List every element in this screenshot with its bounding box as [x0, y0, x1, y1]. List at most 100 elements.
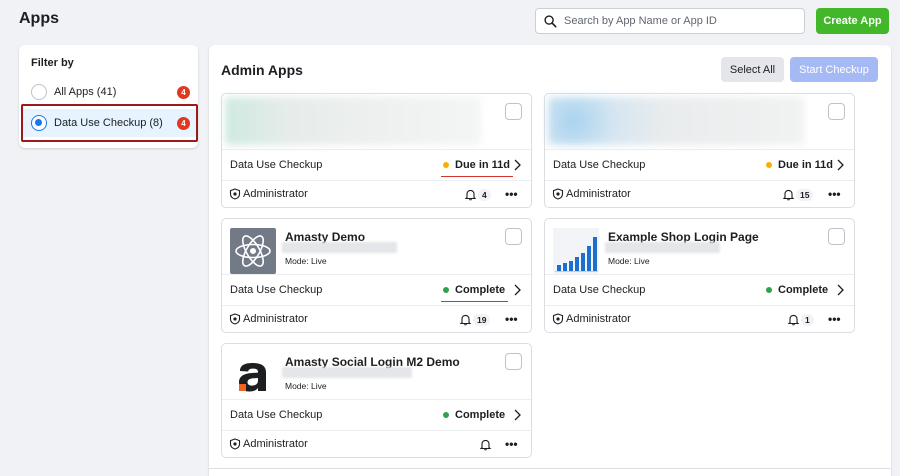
radio-all-apps[interactable] — [31, 84, 47, 100]
divider — [545, 149, 854, 150]
status-complete: Complete — [443, 409, 505, 421]
status-dot — [766, 162, 772, 168]
more-options-icon[interactable]: ••• — [505, 312, 518, 326]
status-complete: Complete — [440, 284, 509, 302]
search-input[interactable] — [564, 15, 794, 27]
more-options-icon[interactable]: ••• — [828, 312, 841, 326]
create-app-button[interactable]: Create App — [816, 8, 889, 34]
app-select-checkbox[interactable] — [828, 103, 845, 120]
role-text: Administrator — [566, 313, 631, 325]
role: Administrator — [229, 188, 308, 200]
status-dot — [443, 412, 449, 418]
atom-logo-icon — [230, 228, 276, 274]
select-all-button[interactable]: Select All — [721, 57, 784, 82]
app-id-blurred — [605, 242, 720, 253]
role-text: Administrator — [243, 188, 308, 200]
app-card[interactable]: Data Use Checkup Due in 11d Administrato… — [221, 93, 532, 208]
app-id-blurred — [282, 242, 397, 253]
status-text: Complete — [778, 284, 829, 296]
divider — [209, 468, 891, 469]
app-info-blurred — [548, 97, 804, 145]
divider — [222, 274, 531, 275]
role-text: Administrator — [243, 313, 308, 325]
chevron-right-icon[interactable] — [835, 158, 845, 172]
bell-icon — [479, 439, 492, 451]
divider — [545, 305, 854, 306]
app-select-checkbox[interactable] — [505, 228, 522, 245]
app-select-checkbox[interactable] — [505, 353, 522, 370]
more-options-icon[interactable]: ••• — [505, 437, 518, 451]
checkup-label: Data Use Checkup — [230, 284, 323, 296]
shield-icon — [229, 188, 241, 200]
role-text: Administrator — [566, 188, 631, 200]
divider — [222, 149, 531, 150]
bell-icon — [459, 314, 472, 326]
divider — [545, 274, 854, 275]
notifications[interactable] — [479, 438, 492, 451]
app-select-checkbox[interactable] — [828, 228, 845, 245]
start-checkup-button[interactable]: Start Checkup — [790, 57, 878, 82]
chevron-right-icon[interactable] — [512, 158, 522, 172]
status-text: Due in 11d — [778, 159, 834, 171]
letter-a-logo-icon — [230, 353, 276, 399]
filter-option-all-apps[interactable]: All Apps (41) 4 — [23, 78, 196, 106]
search-icon — [544, 14, 557, 27]
checkup-label: Data Use Checkup — [553, 159, 646, 171]
status-text: Due in 11d — [455, 159, 511, 171]
status-text: Complete — [455, 284, 506, 296]
notifications[interactable]: 15 — [782, 188, 814, 201]
page-title: Apps — [19, 10, 59, 27]
app-card[interactable]: Data Use Checkup Due in 11d Administrato… — [544, 93, 855, 208]
more-options-icon[interactable]: ••• — [505, 187, 518, 201]
filter-label: All Apps (41) — [54, 86, 117, 98]
admin-apps-title: Admin Apps — [221, 62, 303, 78]
app-mode: Mode: Live — [285, 256, 327, 266]
app-mode: Mode: Live — [285, 381, 327, 391]
status-due: Due in 11d — [440, 159, 514, 177]
status-dot — [443, 162, 449, 168]
divider — [222, 399, 531, 400]
chevron-right-icon[interactable] — [835, 283, 845, 297]
filter-title: Filter by — [31, 57, 74, 69]
app-card[interactable]: Example Shop Login Page Mode: Live Data … — [544, 218, 855, 333]
divider — [222, 180, 531, 181]
notifications[interactable]: 19 — [459, 313, 491, 326]
shield-icon — [552, 313, 564, 325]
role-text: Administrator — [243, 438, 308, 450]
filter-panel: Filter by All Apps (41) 4 Data Use Check… — [19, 45, 198, 148]
bar-chart-logo-icon — [553, 228, 599, 274]
highlight-box — [21, 104, 198, 142]
app-select-checkbox[interactable] — [505, 103, 522, 120]
checkup-label: Data Use Checkup — [230, 159, 323, 171]
role: Administrator — [229, 438, 308, 450]
admin-apps-panel: Admin Apps Select All Start Checkup Data… — [209, 45, 891, 476]
chevron-right-icon[interactable] — [512, 283, 522, 297]
app-id-blurred — [282, 367, 412, 378]
status-dot — [443, 287, 449, 293]
divider — [545, 180, 854, 181]
app-info-blurred — [225, 97, 481, 145]
role: Administrator — [552, 313, 631, 325]
more-options-icon[interactable]: ••• — [828, 187, 841, 201]
app-card[interactable]: Amasty Demo Mode: Live Data Use Checkup … — [221, 218, 532, 333]
bell-icon — [782, 189, 795, 201]
notifications[interactable]: 4 — [464, 188, 491, 201]
shield-icon — [229, 313, 241, 325]
status-text: Complete — [455, 409, 506, 421]
divider — [222, 305, 531, 306]
role: Administrator — [552, 188, 631, 200]
bell-icon — [464, 189, 477, 201]
status-complete: Complete — [766, 284, 828, 296]
notification-count: 1 — [801, 313, 814, 326]
notification-count: 15 — [796, 188, 814, 201]
count-badge: 4 — [177, 85, 190, 99]
status-due: Due in 11d — [766, 159, 833, 171]
notifications[interactable]: 1 — [787, 313, 814, 326]
app-card[interactable]: Amasty Social Login M2 Demo Mode: Live D… — [221, 343, 532, 458]
search-box[interactable] — [535, 8, 805, 34]
status-dot — [766, 287, 772, 293]
role: Administrator — [229, 313, 308, 325]
bell-icon — [787, 314, 800, 326]
chevron-right-icon[interactable] — [512, 408, 522, 422]
checkup-label: Data Use Checkup — [230, 409, 323, 421]
